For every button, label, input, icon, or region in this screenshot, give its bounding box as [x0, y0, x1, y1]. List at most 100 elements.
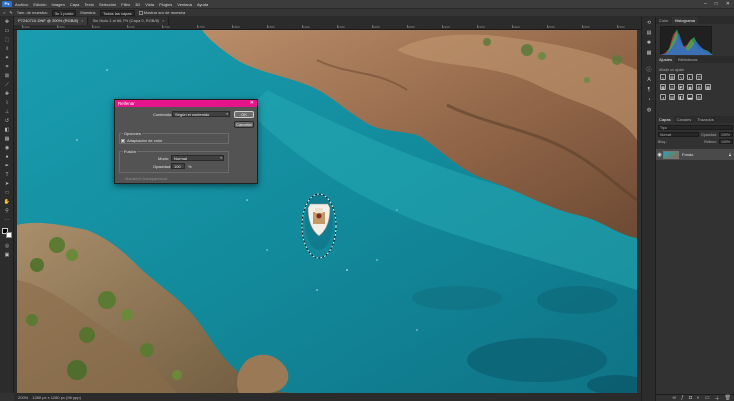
brush-settings-icon[interactable]: ✱	[645, 40, 653, 47]
pen-tool-icon[interactable]: ✒	[3, 163, 11, 170]
close-icon[interactable]: ✕	[726, 1, 730, 7]
libraries-icon[interactable]: ◍	[645, 107, 653, 114]
menu-seleccion[interactable]: Selección	[99, 2, 116, 7]
menu-edicion[interactable]: Edición	[33, 2, 46, 7]
curves-icon[interactable]: ∿	[678, 74, 684, 80]
close-tab-icon[interactable]: ×	[81, 18, 83, 23]
crop-tool-icon[interactable]: ⌗	[3, 64, 11, 71]
fill-field[interactable]: 100%	[719, 139, 733, 144]
mantener-transparencia-checkbox-label[interactable]: Mantener transparencia	[125, 176, 167, 181]
tab-histograma[interactable]: Histograma	[671, 17, 699, 24]
invert-icon[interactable]: ◑	[660, 94, 666, 100]
tab-sin-titulo[interactable]: Sin título-1 al 66,7% (Capa 0, RGB/8) ×	[88, 17, 170, 25]
menu-plugins[interactable]: Plugins	[159, 2, 172, 7]
new-adjustment-icon[interactable]: ◐	[697, 395, 700, 401]
quick-mask-icon[interactable]: ◎	[3, 243, 11, 250]
link-layers-icon[interactable]: ∞	[672, 395, 676, 401]
home-icon[interactable]: ⌂	[3, 10, 5, 15]
cancel-button[interactable]: Cancelar	[234, 121, 254, 128]
menu-filtro[interactable]: Filtro	[121, 2, 130, 7]
tab-ajustes[interactable]: Ajustes	[656, 56, 676, 63]
menu-ventana[interactable]: Ventana	[177, 2, 192, 7]
screen-mode-icon[interactable]: ▣	[3, 252, 11, 259]
move-tool-icon[interactable]: ✥	[3, 19, 11, 26]
ok-button[interactable]: OK	[234, 111, 254, 118]
photo-filter-icon[interactable]: ◉	[687, 84, 693, 90]
tab-color[interactable]: Color	[656, 17, 672, 24]
healing-brush-icon[interactable]: ✚	[3, 91, 11, 98]
hand-tool-icon[interactable]: ✋	[3, 199, 11, 206]
frame-tool-icon[interactable]: ⊠	[3, 73, 11, 80]
lasso-tool-icon[interactable]: ℓ	[3, 46, 11, 53]
swatches-icon[interactable]: ▦	[645, 50, 653, 57]
close-icon[interactable]: ✕	[250, 100, 254, 107]
zoom-tool-icon[interactable]: ⚲	[3, 208, 11, 215]
gradient-map-icon[interactable]: ▬	[687, 94, 693, 100]
artboard-tool-icon[interactable]: ▭	[3, 28, 11, 35]
maximize-icon[interactable]: □	[715, 1, 718, 7]
tab-capas[interactable]: Capas	[656, 116, 674, 123]
vibrance-icon[interactable]: ▽	[696, 74, 702, 80]
eraser-tool-icon[interactable]: ◧	[3, 127, 11, 134]
menu-3d[interactable]: 3D	[135, 2, 140, 7]
opacidad-field[interactable]: 100	[171, 163, 185, 169]
menu-capa[interactable]: Capa	[70, 2, 80, 7]
glyphs-icon[interactable]: ◔	[645, 97, 653, 104]
add-mask-icon[interactable]: ◘	[689, 395, 692, 401]
tab-p7240710[interactable]: P7240710-DNF @ 200% (RGB/8) ×	[14, 17, 89, 25]
levels-icon[interactable]: ▥	[669, 74, 675, 80]
minimize-icon[interactable]: –	[704, 1, 707, 7]
show-sampling-ring-checkbox[interactable]: Mostrar aro de muestra	[138, 10, 185, 15]
contenido-select[interactable]: Según el contenido ▾	[172, 111, 230, 117]
close-tab-icon[interactable]: ×	[162, 18, 164, 23]
selective-color-icon[interactable]: ◎	[696, 94, 702, 100]
color-balance-icon[interactable]: ⚖	[669, 84, 675, 90]
type-tool-icon[interactable]: T	[3, 172, 11, 179]
rectangle-tool-icon[interactable]: □	[3, 190, 11, 197]
more-tools-icon[interactable]: ⋯	[3, 217, 11, 224]
document-info[interactable]: 1280 px x 1280 px (96 ppp)	[32, 395, 81, 400]
menu-imagen[interactable]: Imagen	[51, 2, 64, 7]
sample-size-select[interactable]: 3x 1 punto	[51, 9, 77, 16]
tab-canales[interactable]: Canales	[674, 116, 695, 123]
brush-tool-icon[interactable]: ⌇	[3, 100, 11, 107]
blur-tool-icon[interactable]: ◉	[3, 145, 11, 152]
dialog-title-bar[interactable]: Rellenar ✕	[115, 100, 257, 107]
character-icon[interactable]: A	[645, 77, 653, 84]
path-select-icon[interactable]: ➤	[3, 181, 11, 188]
tab-trazados[interactable]: Trazados	[694, 116, 717, 123]
gradient-tool-icon[interactable]: ▦	[3, 136, 11, 143]
threshold-icon[interactable]: ◧	[678, 94, 684, 100]
hue-saturation-icon[interactable]: ▦	[660, 84, 666, 90]
delete-layer-icon[interactable]: 🗑︎	[725, 395, 731, 401]
info-icon[interactable]: ⓘ	[645, 67, 653, 74]
eyedropper-icon[interactable]: ⟋	[3, 82, 11, 89]
tab-bibliotecas[interactable]: Bibliotecas	[675, 56, 700, 63]
visibility-eye-icon[interactable]: ◉	[656, 152, 663, 158]
exposure-icon[interactable]: ◐	[687, 74, 693, 80]
new-group-icon[interactable]: ▭	[705, 395, 710, 401]
menu-texto[interactable]: Texto	[84, 2, 94, 7]
menu-vista[interactable]: Vista	[145, 2, 154, 7]
marquee-tool-icon[interactable]: ⬚	[3, 37, 11, 44]
channel-mixer-icon[interactable]: ⊕	[696, 84, 702, 90]
layer-filter-select[interactable]: Tipo	[658, 125, 733, 130]
sample-layers-select[interactable]: Todas las capas	[99, 9, 135, 16]
zoom-level[interactable]: 200%	[18, 395, 28, 400]
eyedropper-tool-icon[interactable]: ✎	[9, 10, 12, 15]
background-color-swatch[interactable]	[6, 232, 12, 238]
properties-icon[interactable]: ▤	[645, 30, 653, 37]
menu-ayuda[interactable]: Ayuda	[197, 2, 208, 7]
brightness-icon[interactable]: ☼	[660, 74, 666, 80]
blend-mode-select[interactable]: Normal	[658, 132, 700, 137]
history-brush-icon[interactable]: ↺	[3, 118, 11, 125]
image-canvas[interactable]	[17, 30, 637, 393]
checkbox-icon[interactable]	[138, 10, 143, 15]
black-white-icon[interactable]: ◩	[678, 84, 684, 90]
history-icon[interactable]: ⟲	[645, 20, 653, 27]
color-lookup-icon[interactable]: ▦	[705, 84, 711, 90]
dodge-tool-icon[interactable]: ●	[3, 154, 11, 161]
opacity-field[interactable]: 100%	[719, 132, 733, 137]
adaptacion-checkbox[interactable]: ✓	[121, 139, 125, 144]
layer-fondo[interactable]: ◉ Fondo 🔒︎	[656, 149, 734, 160]
